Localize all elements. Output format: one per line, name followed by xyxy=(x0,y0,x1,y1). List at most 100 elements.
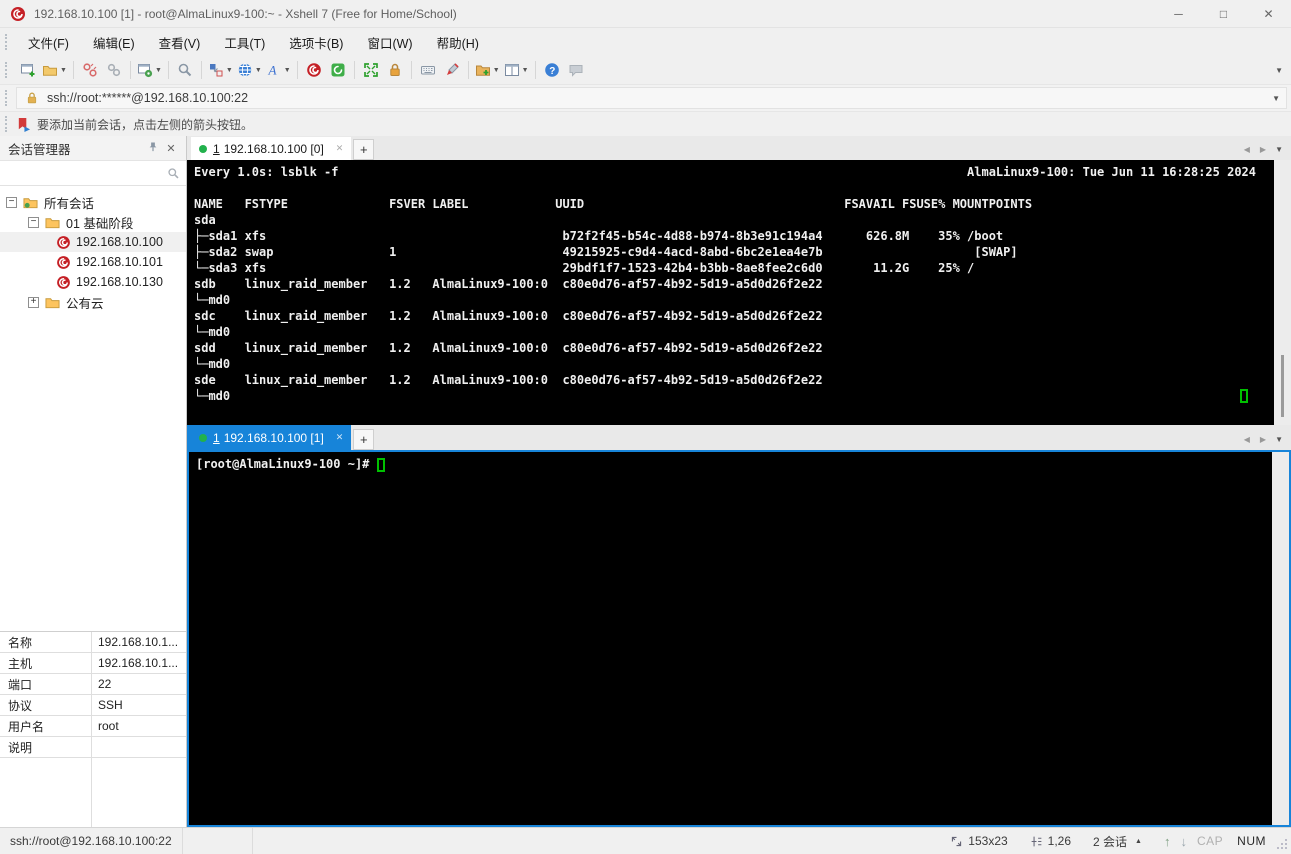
chevron-down-icon[interactable]: ▼ xyxy=(493,67,500,74)
session-properties-icon[interactable]: ▼ xyxy=(135,58,164,82)
menu-help[interactable]: 帮助(H) xyxy=(425,29,491,56)
terminal-top[interactable]: Every 1.0s: lsblk -f AlmaLinux9-100: Tue… xyxy=(187,160,1274,425)
close-icon[interactable]: ✕ xyxy=(162,142,180,155)
watch-host-datetime: AlmaLinux9-100: Tue Jun 11 16:28:25 2024 xyxy=(967,165,1256,179)
tab-menu-icon[interactable]: ▼ xyxy=(1271,435,1291,450)
chevron-down-icon[interactable]: ▼ xyxy=(60,67,67,74)
scrollbar-bottom[interactable] xyxy=(1272,452,1289,825)
tree-item-session-101[interactable]: 192.168.10.101 xyxy=(0,252,186,272)
xshell-window: 192.168.10.100 [1] - root@AlmaLinux9-100… xyxy=(0,0,1291,854)
menubar-grip[interactable] xyxy=(5,34,10,50)
highlight-icon[interactable] xyxy=(440,58,464,82)
new-tab-group-icon[interactable]: ▼ xyxy=(473,58,502,82)
collapse-icon[interactable]: − xyxy=(6,196,17,208)
svg-text:A: A xyxy=(267,63,276,78)
minimize-button[interactable]: ─ xyxy=(1156,0,1201,27)
search-icon[interactable] xyxy=(167,167,180,180)
tree-label: 192.168.10.101 xyxy=(76,255,163,269)
property-value[interactable]: 22 xyxy=(92,674,186,694)
feedback-icon[interactable] xyxy=(564,58,588,82)
menu-edit[interactable]: 编辑(E) xyxy=(81,29,147,56)
expand-icon[interactable]: + xyxy=(28,296,39,308)
tab-scroll-left-icon[interactable]: ◀ xyxy=(1239,435,1255,450)
web-icon[interactable]: ▼ xyxy=(235,58,264,82)
tab-bar-bottom: 1 192.168.10.100 [1] ✕ + ◀ ▶ ▼ xyxy=(187,425,1291,450)
tree-item-group-cloud[interactable]: + 公有云 xyxy=(0,292,186,312)
chevron-down-icon[interactable]: ▼ xyxy=(284,67,291,74)
chevron-down-icon[interactable]: ▼ xyxy=(255,67,262,74)
connected-dot-icon xyxy=(199,144,207,153)
address-bar: ssh://root:******@192.168.10.100:22 ▼ xyxy=(0,84,1291,112)
tree-label: 01 基础阶段 xyxy=(66,216,134,231)
xshell-icon[interactable] xyxy=(302,58,326,82)
caps-lock-indicator: CAP xyxy=(1196,834,1224,848)
chevron-down-icon[interactable]: ▼ xyxy=(226,67,233,74)
terminal-bottom[interactable]: [root@AlmaLinux9-100 ~]# xyxy=(189,452,1272,825)
chevron-down-icon[interactable]: ▼ xyxy=(1266,94,1286,103)
virtual-keyboard-icon[interactable] xyxy=(416,58,440,82)
scrollbar-thumb[interactable] xyxy=(1281,355,1284,417)
toolbar-grip[interactable] xyxy=(5,62,10,78)
tab-menu-icon[interactable]: ▼ xyxy=(1271,145,1291,160)
close-button[interactable]: ✕ xyxy=(1246,0,1291,27)
xftp-icon[interactable] xyxy=(326,58,350,82)
tab-close-icon[interactable]: ✕ xyxy=(336,432,344,443)
open-folder-icon[interactable]: ▼ xyxy=(40,58,69,82)
find-icon[interactable] xyxy=(173,58,197,82)
menu-tools[interactable]: 工具(T) xyxy=(212,29,277,56)
status-connection: ssh://root@192.168.10.100:22 xyxy=(10,834,172,848)
resize-icon xyxy=(952,836,962,846)
tab-session-0[interactable]: 1 192.168.10.100 [0] ✕ xyxy=(191,137,352,160)
layout-icon[interactable]: ▼ xyxy=(206,58,235,82)
tab-scroll-right-icon[interactable]: ▶ xyxy=(1255,145,1271,160)
scrollbar-top[interactable] xyxy=(1274,160,1291,425)
chevron-down-icon[interactable]: ▼ xyxy=(522,67,529,74)
font-icon[interactable]: A ▼ xyxy=(264,58,293,82)
tree-item-session-100[interactable]: 192.168.10.100 xyxy=(0,232,186,252)
tab-index: 1 xyxy=(213,430,220,445)
tab-scroll-right-icon[interactable]: ▶ xyxy=(1255,435,1271,450)
tree-item-group-basic[interactable]: − 01 基础阶段 xyxy=(0,212,186,232)
search-input[interactable] xyxy=(0,161,167,185)
scroll-down-icon[interactable]: ↓ xyxy=(1180,834,1187,849)
fullscreen-icon[interactable] xyxy=(359,58,383,82)
hintbar-grip[interactable] xyxy=(5,116,10,132)
property-value[interactable]: 192.168.10.1... xyxy=(92,632,186,652)
chevron-up-icon: ▲ xyxy=(1135,837,1142,845)
tree-item-session-130[interactable]: 192.168.10.130 xyxy=(0,272,186,292)
menu-window[interactable]: 窗口(W) xyxy=(355,29,424,56)
disconnect-icon[interactable] xyxy=(78,58,102,82)
resize-grip[interactable] xyxy=(1276,838,1288,853)
help-icon[interactable]: ? xyxy=(540,58,564,82)
new-session-icon[interactable] xyxy=(16,58,40,82)
session-search xyxy=(0,161,186,186)
tab-session-1[interactable]: 1 192.168.10.100 [1] ✕ xyxy=(187,425,352,450)
address-field[interactable]: ssh://root:******@192.168.10.100:22 ▼ xyxy=(16,87,1287,109)
session-count[interactable]: 2 会话 ▲ xyxy=(1093,833,1142,850)
menu-view[interactable]: 查看(V) xyxy=(147,29,213,56)
pin-icon[interactable] xyxy=(144,141,162,156)
collapse-icon[interactable]: − xyxy=(28,216,39,228)
tile-windows-icon[interactable]: ▼ xyxy=(502,58,531,82)
property-value[interactable] xyxy=(92,737,186,757)
tree-item-all-sessions[interactable]: − 所有会话 xyxy=(0,192,186,212)
property-value[interactable]: 192.168.10.1... xyxy=(92,653,186,673)
property-value[interactable]: root xyxy=(92,716,186,736)
tab-scroll-left-icon[interactable]: ◀ xyxy=(1239,145,1255,160)
lock-screen-icon[interactable] xyxy=(383,58,407,82)
scroll-up-icon[interactable]: ↑ xyxy=(1164,834,1171,849)
property-label: 协议 xyxy=(0,695,92,715)
addressbar-grip[interactable] xyxy=(5,90,10,106)
menu-file[interactable]: 文件(F) xyxy=(16,29,81,56)
menu-tabs[interactable]: 选项卡(B) xyxy=(277,29,355,56)
maximize-button[interactable]: □ xyxy=(1201,0,1246,27)
new-tab-button[interactable]: + xyxy=(353,429,375,450)
watch-command: Every 1.0s: lsblk -f xyxy=(194,165,339,179)
chevron-down-icon[interactable]: ▼ xyxy=(155,67,162,74)
property-value[interactable]: SSH xyxy=(92,695,186,715)
toolbar-overflow-icon[interactable]: ▼ xyxy=(1275,66,1283,75)
reconnect-icon[interactable] xyxy=(102,58,126,82)
tab-close-icon[interactable]: ✕ xyxy=(336,143,344,154)
new-tab-button[interactable]: + xyxy=(353,139,375,160)
toolbar-separator xyxy=(296,61,298,79)
